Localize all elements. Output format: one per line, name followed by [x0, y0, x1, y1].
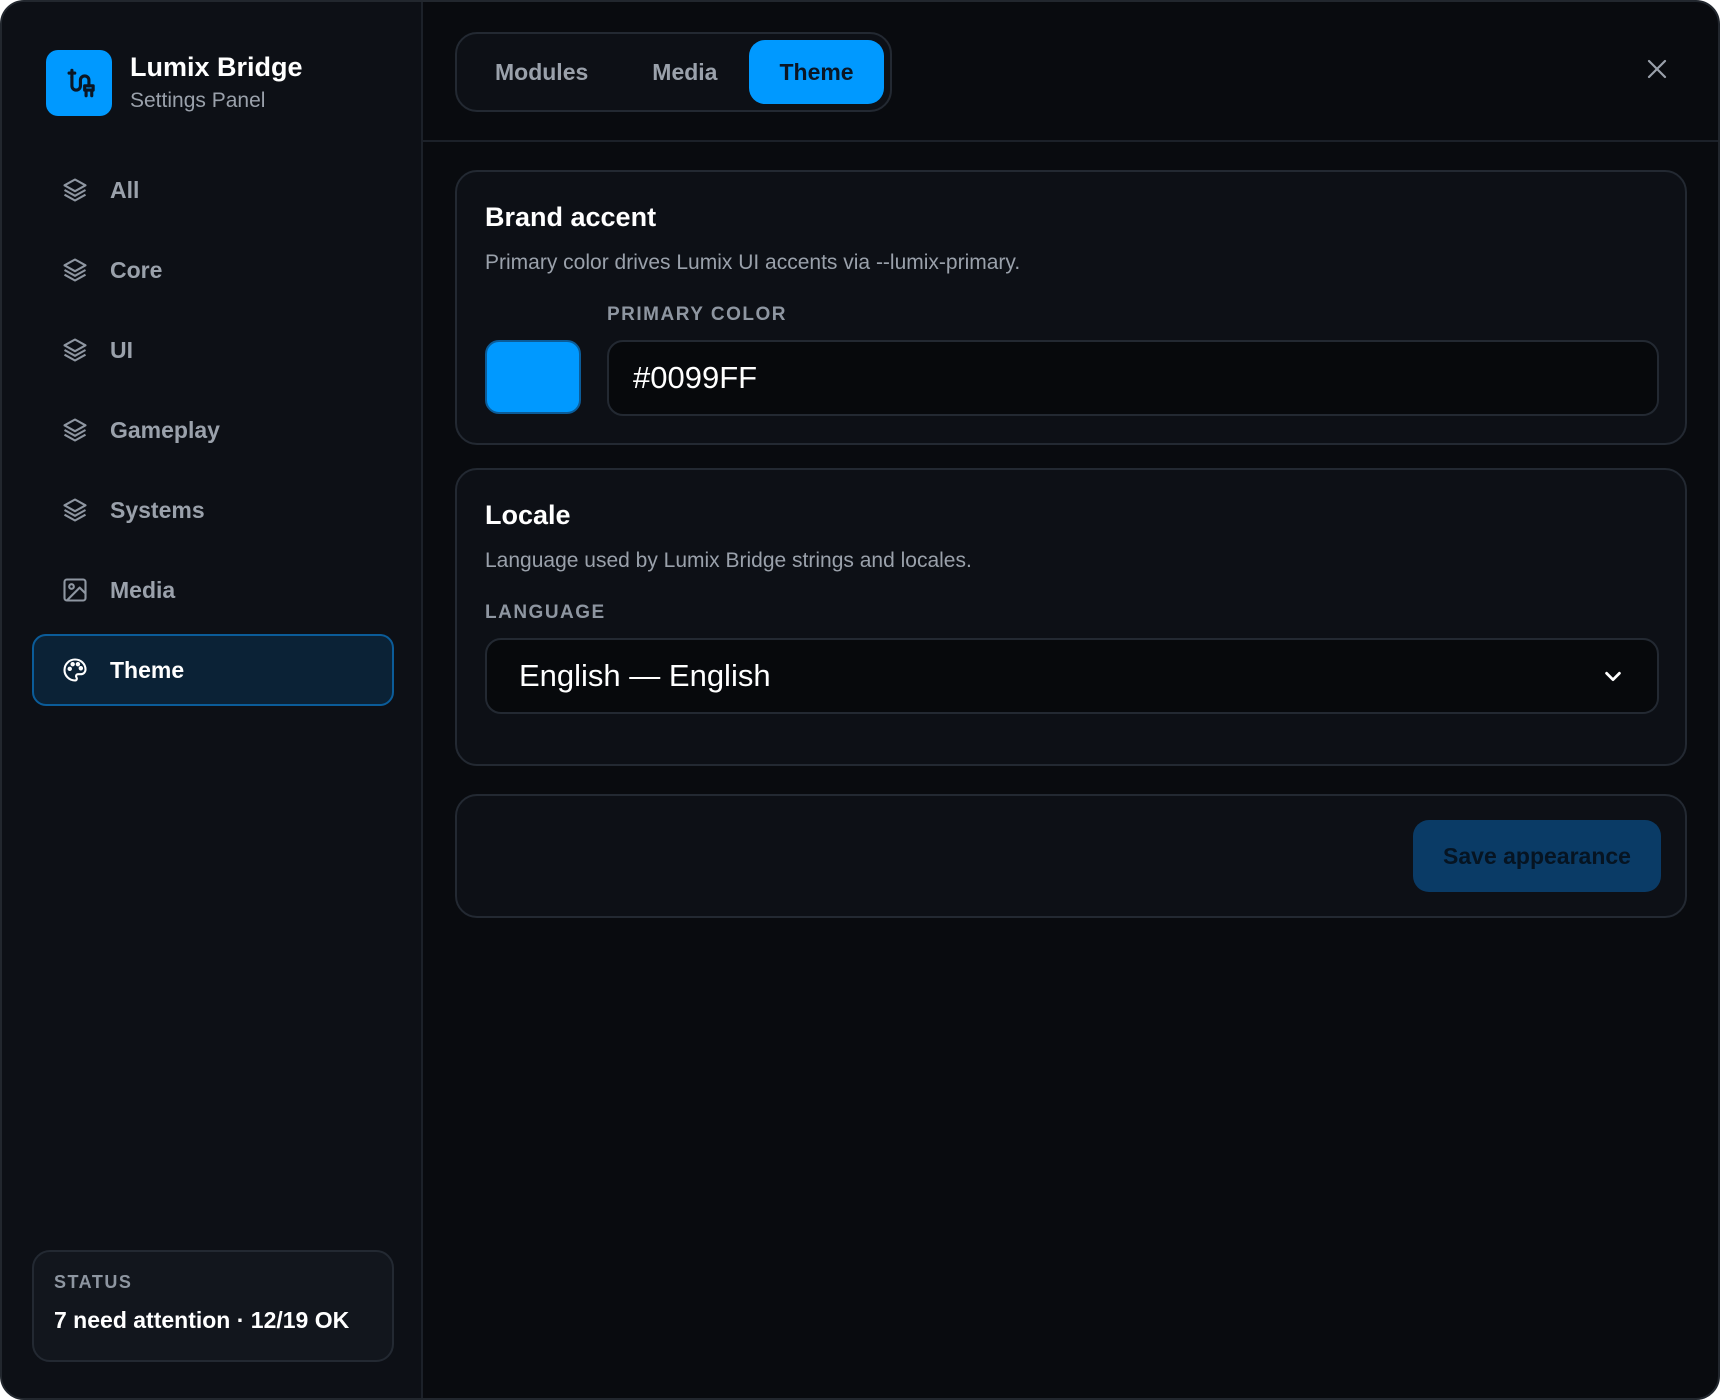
- app-subtitle: Settings Panel: [130, 89, 266, 112]
- color-swatch[interactable]: [485, 340, 581, 414]
- brand-accent-card: Brand accent Primary color drives Lumix …: [455, 170, 1687, 445]
- layers-icon: [60, 175, 90, 205]
- status-title: STATUS: [54, 1272, 133, 1292]
- tab-theme[interactable]: Theme: [749, 40, 884, 104]
- locale-description: Language used by Lumix Bridge strings an…: [485, 549, 972, 572]
- sidebar-item-label: All: [110, 176, 140, 203]
- plug-icon: [46, 50, 112, 116]
- sidebar-item-systems[interactable]: Systems: [32, 474, 394, 546]
- sidebar: Lumix Bridge Settings Panel All Core UI …: [2, 2, 423, 1398]
- primary-color-input[interactable]: [607, 340, 1659, 416]
- status-text: 7 need attention · 12/19 OK: [54, 1307, 350, 1333]
- layers-icon: [60, 495, 90, 525]
- sidebar-item-theme[interactable]: Theme: [32, 634, 394, 706]
- locale-title: Locale: [485, 500, 571, 530]
- layers-icon: [60, 255, 90, 285]
- palette-icon: [60, 655, 90, 685]
- sidebar-item-label: Gameplay: [110, 416, 220, 443]
- app-title: Lumix Bridge: [130, 52, 303, 82]
- sidebar-item-ui[interactable]: UI: [32, 314, 394, 386]
- chevron-down-icon: [1601, 664, 1625, 688]
- settings-window: Lumix Bridge Settings Panel All Core UI …: [0, 0, 1720, 1400]
- image-icon: [60, 575, 90, 605]
- brand-accent-title: Brand accent: [485, 202, 657, 232]
- sidebar-item-label: Theme: [110, 656, 185, 683]
- sidebar-item-media[interactable]: Media: [32, 554, 394, 626]
- status-card: STATUS 7 need attention · 12/19 OK: [32, 1250, 394, 1362]
- tab-modules[interactable]: Modules: [463, 40, 620, 104]
- sidebar-item-label: Core: [110, 256, 163, 283]
- primary-color-label: PRIMARY COLOR: [607, 304, 787, 325]
- layers-icon: [60, 415, 90, 445]
- close-button[interactable]: [1642, 56, 1672, 86]
- brand-accent-description: Primary color drives Lumix UI accents vi…: [485, 251, 1021, 274]
- sidebar-item-label: UI: [110, 336, 133, 363]
- layers-icon: [60, 335, 90, 365]
- topbar: Modules Media Theme: [423, 2, 1718, 142]
- sidebar-item-label: Systems: [110, 496, 205, 523]
- main-panel: Modules Media Theme Brand accent Primary…: [423, 2, 1718, 1398]
- brand-header: Lumix Bridge Settings Panel: [46, 50, 303, 116]
- sidebar-item-gameplay[interactable]: Gameplay: [32, 394, 394, 466]
- actions-card: Save appearance: [455, 794, 1687, 918]
- language-select-value: English — English: [519, 658, 771, 693]
- sidebar-item-label: Media: [110, 576, 176, 603]
- tab-bar: Modules Media Theme: [455, 32, 892, 112]
- sidebar-nav: All Core UI Gameplay Systems Media Theme: [32, 154, 394, 714]
- sidebar-item-core[interactable]: Core: [32, 234, 394, 306]
- save-appearance-button[interactable]: Save appearance: [1413, 820, 1661, 892]
- tab-media[interactable]: Media: [620, 40, 749, 104]
- language-select[interactable]: English — English: [485, 638, 1659, 714]
- sidebar-item-all[interactable]: All: [32, 154, 394, 226]
- locale-card: Locale Language used by Lumix Bridge str…: [455, 468, 1687, 766]
- language-label: LANGUAGE: [485, 602, 606, 623]
- close-icon: [1645, 57, 1669, 86]
